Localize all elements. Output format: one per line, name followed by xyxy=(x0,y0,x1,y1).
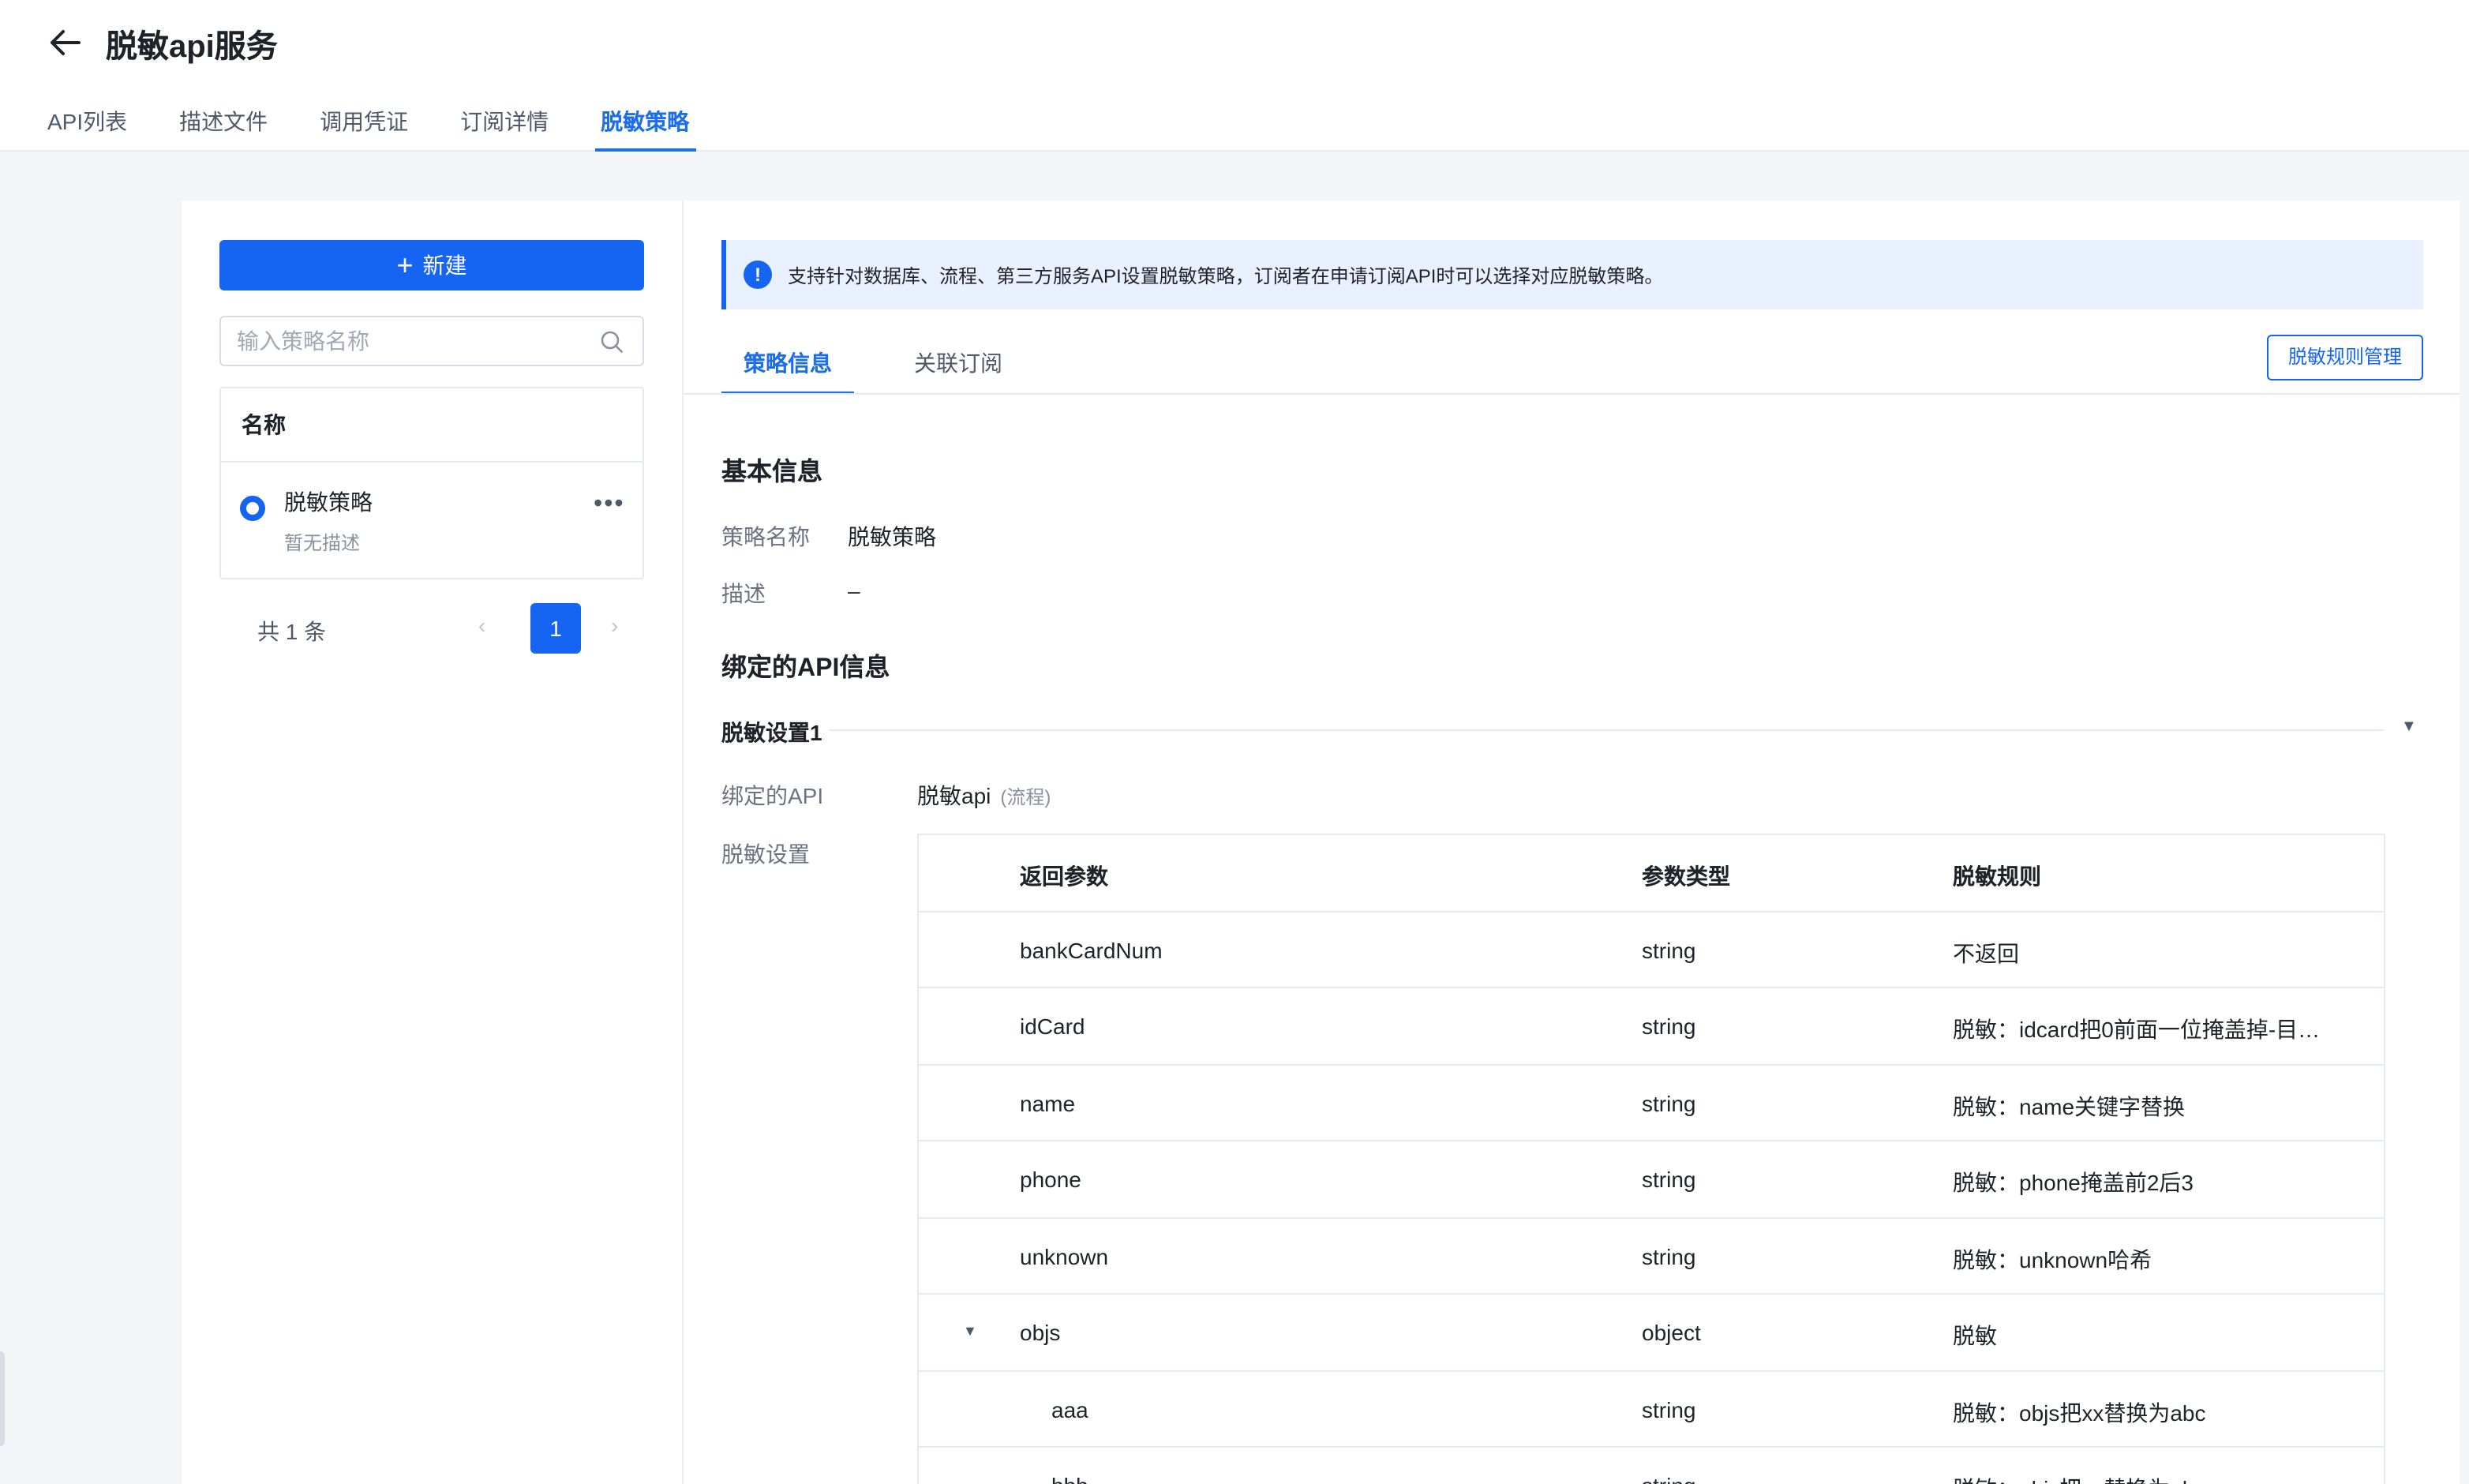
side-drawer-handle[interactable] xyxy=(0,1351,5,1446)
masking-rule: 不返回 xyxy=(1953,940,2019,965)
info-icon: ! xyxy=(744,260,772,289)
sub-tab-divider xyxy=(684,393,2460,395)
tab-policy-info[interactable]: 策略信息 xyxy=(721,347,854,395)
param-type: string xyxy=(1642,1243,1696,1269)
detail-sub-tabs: 策略信息 关联订阅 xyxy=(721,335,2423,395)
header-masking-rule: 脱敏规则 xyxy=(1953,864,2041,889)
policy-list: 名称 脱敏策略 暂无描述 ••• xyxy=(219,387,644,579)
param-name: bbb xyxy=(1051,1473,1088,1484)
table-row: aaa string 脱敏：objs把xx替换为abc xyxy=(919,1371,2384,1448)
description-label: 描述 xyxy=(721,581,766,606)
bound-api-title: 绑定的API信息 xyxy=(721,655,890,682)
bound-api-label: 绑定的API xyxy=(721,783,824,808)
param-name: objs xyxy=(1020,1320,1061,1345)
header-return-param: 返回参数 xyxy=(1020,864,1108,889)
tab-subscription-details[interactable]: 订阅详情 xyxy=(460,106,549,152)
page-number-button[interactable]: 1 xyxy=(530,603,581,654)
bound-api-type: (流程) xyxy=(1000,786,1051,808)
info-banner-text: 支持针对数据库、流程、第三方服务API设置脱敏策略，订阅者在申请订阅API时可以… xyxy=(788,264,1664,287)
masking-setting-label: 脱敏设置 xyxy=(721,841,810,867)
new-button-label: 新建 xyxy=(422,253,467,278)
param-name: unknown xyxy=(1020,1243,1109,1269)
policy-name-label: 策略名称 xyxy=(721,524,810,549)
policy-name-value: 脱敏策略 xyxy=(848,524,936,549)
bound-api-name[interactable]: 脱敏api xyxy=(917,783,991,808)
tab-masking-policy[interactable]: 脱敏策略 xyxy=(594,106,696,152)
policy-list-panel: + 新建 名称 脱敏策略 暂无描述 ••• 共 1 条 ‹ 1 › xyxy=(182,200,684,1484)
masking-group-title: 脱敏设置1 xyxy=(721,720,822,745)
header-param-type: 参数类型 xyxy=(1642,864,1730,889)
table-row: name string 脱敏：name关键字替换 xyxy=(919,1065,2384,1141)
description-value: – xyxy=(848,578,860,603)
more-options-icon[interactable]: ••• xyxy=(594,491,625,519)
param-name: aaa xyxy=(1051,1396,1088,1422)
pagination: 共 1 条 ‹ 1 › xyxy=(219,603,644,654)
list-item[interactable]: 脱敏策略 暂无描述 ••• xyxy=(221,463,643,578)
param-name: bankCardNum xyxy=(1020,937,1163,962)
policy-search-input[interactable] xyxy=(221,317,584,365)
param-type: string xyxy=(1642,1090,1696,1115)
group-divider xyxy=(829,729,2384,731)
masking-rules-management-button[interactable]: 脱敏规则管理 xyxy=(2267,335,2423,380)
table-row: phone string 脱敏：phone掩盖前2后3 xyxy=(919,1141,2384,1218)
masking-rule: 脱敏：unknown哈希 xyxy=(1953,1246,2152,1272)
info-banner: ! 支持针对数据库、流程、第三方服务API设置脱敏策略，订阅者在申请订阅API时… xyxy=(721,240,2423,309)
prev-page-icon[interactable]: ‹ xyxy=(478,613,485,638)
param-name: idCard xyxy=(1020,1014,1085,1039)
param-name: name xyxy=(1020,1090,1076,1115)
table-row: unknown string 脱敏：unknown哈希 xyxy=(919,1218,2384,1295)
policy-detail-panel: ! 支持针对数据库、流程、第三方服务API设置脱敏策略，订阅者在申请订阅API时… xyxy=(684,200,2460,1484)
param-type: string xyxy=(1642,1396,1696,1422)
tab-api-list[interactable]: API列表 xyxy=(47,106,127,152)
page-title: 脱敏api服务 xyxy=(106,30,278,65)
bound-api-value: 脱敏api (流程) xyxy=(917,780,1051,811)
param-type: object xyxy=(1642,1320,1701,1345)
table-header-row: 返回参数 参数类型 脱敏规则 xyxy=(919,835,2384,912)
page-header: 脱敏api服务 API列表 描述文件 调用凭证 订阅详情 脱敏策略 xyxy=(0,0,2469,152)
pagination-total: 共 1 条 xyxy=(257,619,327,644)
tab-description-file[interactable]: 描述文件 xyxy=(179,106,268,152)
policy-search-box xyxy=(219,316,644,366)
masking-rule: 脱敏：phone掩盖前2后3 xyxy=(1953,1170,2194,1195)
tab-linked-subscriptions[interactable]: 关联订阅 xyxy=(914,347,1002,395)
search-icon[interactable] xyxy=(600,330,624,354)
masking-rule: 脱敏：name关键字替换 xyxy=(1953,1093,2186,1119)
table-row: bbb string 脱敏：objs把xx替换为abc xyxy=(919,1448,2384,1484)
list-header-name: 名称 xyxy=(221,388,643,463)
masking-params-table: 返回参数 参数类型 脱敏规则 bankCardNum string 不返回 id… xyxy=(917,834,2385,1484)
header-tabs: API列表 描述文件 调用凭证 订阅详情 脱敏策略 xyxy=(47,106,741,152)
param-type: string xyxy=(1642,1473,1695,1484)
policy-name: 脱敏策略 xyxy=(284,489,373,515)
table-row: idCard string 脱敏：idcard把0前面一位掩盖掉-目… xyxy=(919,988,2384,1065)
basic-info-title: 基本信息 xyxy=(721,459,823,486)
policy-radio[interactable] xyxy=(240,496,265,521)
masking-rule: 脱敏：idcard把0前面一位掩盖掉-目… xyxy=(1953,1017,2321,1042)
table-row: bankCardNum string 不返回 xyxy=(919,912,2384,988)
tab-credentials[interactable]: 调用凭证 xyxy=(320,106,408,152)
masking-rule: 脱敏：objs把xx替换为abc xyxy=(1953,1473,2206,1484)
masking-rule: 脱敏 xyxy=(1953,1323,1997,1348)
param-type: string xyxy=(1642,1167,1696,1192)
policy-description: 暂无描述 xyxy=(284,532,361,554)
masking-rule: 脱敏：objs把xx替换为abc xyxy=(1953,1400,2206,1425)
param-type: string xyxy=(1642,937,1696,962)
next-page-icon[interactable]: › xyxy=(611,613,618,638)
collapse-triangle-icon[interactable]: ▼ xyxy=(2401,718,2417,736)
expand-triangle-icon[interactable]: ▼ xyxy=(963,1323,977,1339)
new-policy-button[interactable]: + 新建 xyxy=(219,240,644,290)
plus-icon: + xyxy=(396,249,414,281)
back-arrow-icon[interactable] xyxy=(47,25,82,60)
table-row: ▼ objs object 脱敏 xyxy=(919,1295,2384,1371)
param-type: string xyxy=(1642,1014,1696,1039)
param-name: phone xyxy=(1020,1167,1081,1192)
